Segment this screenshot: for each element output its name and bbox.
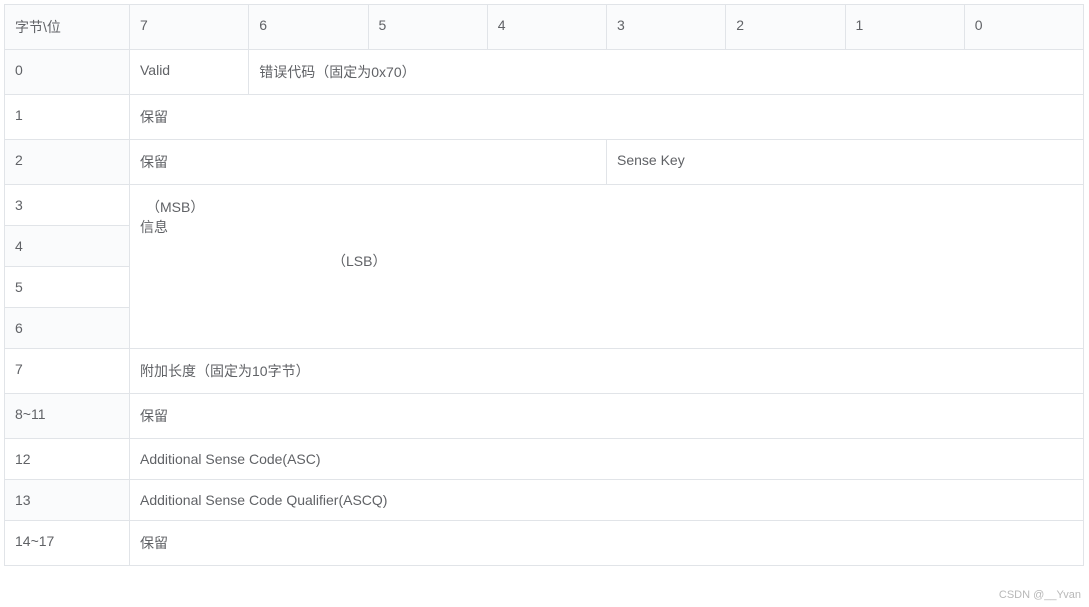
valid-cell: Valid xyxy=(130,50,249,95)
byte-label: 6 xyxy=(5,308,130,349)
header-row: 字节\位 7 6 5 4 3 2 1 0 xyxy=(5,5,1084,50)
table-row: 1 保留 xyxy=(5,95,1084,140)
lsb-label: （LSB） xyxy=(140,251,1073,271)
reserved-cell: 保留 xyxy=(130,140,607,185)
byte-label: 8~11 xyxy=(5,394,130,439)
watermark: CSDN @__Yvan xyxy=(999,589,1081,601)
header-bit-3: 3 xyxy=(607,5,726,50)
table-row: 7 附加长度（固定为10字节） xyxy=(5,349,1084,394)
header-bit-6: 6 xyxy=(249,5,368,50)
header-bit-2: 2 xyxy=(726,5,845,50)
byte-label: 4 xyxy=(5,226,130,267)
reserved-cell: 保留 xyxy=(130,394,1084,439)
header-bit-1: 1 xyxy=(845,5,964,50)
table-row: 14~17 保留 xyxy=(5,521,1084,566)
header-bit-0: 0 xyxy=(964,5,1083,50)
header-byte-bit: 字节\位 xyxy=(5,5,130,50)
byte-label: 3 xyxy=(5,185,130,226)
byte-label: 2 xyxy=(5,140,130,185)
table-row: 8~11 保留 xyxy=(5,394,1084,439)
information-cell: （MSB） 信息 （LSB） xyxy=(130,185,1084,349)
header-bit-7: 7 xyxy=(130,5,249,50)
table-row: 2 保留 Sense Key xyxy=(5,140,1084,185)
byte-label: 12 xyxy=(5,439,130,480)
byte-label: 13 xyxy=(5,480,130,521)
byte-label: 1 xyxy=(5,95,130,140)
header-bit-4: 4 xyxy=(487,5,606,50)
error-code-cell: 错误代码（固定为0x70） xyxy=(249,50,1084,95)
byte-label: 0 xyxy=(5,50,130,95)
table-row: 0 Valid 错误代码（固定为0x70） xyxy=(5,50,1084,95)
ascq-cell: Additional Sense Code Qualifier(ASCQ) xyxy=(130,480,1084,521)
reserved-cell: 保留 xyxy=(130,521,1084,566)
msb-label: （MSB） xyxy=(140,199,204,215)
byte-label: 14~17 xyxy=(5,521,130,566)
byte-label: 7 xyxy=(5,349,130,394)
sense-data-table: 字节\位 7 6 5 4 3 2 1 0 0 Valid 错误代码（固定为0x7… xyxy=(4,4,1084,566)
byte-label: 5 xyxy=(5,267,130,308)
header-bit-5: 5 xyxy=(368,5,487,50)
table-row: 3 （MSB） 信息 （LSB） xyxy=(5,185,1084,226)
table-row: 13 Additional Sense Code Qualifier(ASCQ) xyxy=(5,480,1084,521)
sense-key-cell: Sense Key xyxy=(607,140,1084,185)
table-row: 12 Additional Sense Code(ASC) xyxy=(5,439,1084,480)
reserved-cell: 保留 xyxy=(130,95,1084,140)
info-label: 信息 xyxy=(140,217,1073,237)
asc-cell: Additional Sense Code(ASC) xyxy=(130,439,1084,480)
additional-length-cell: 附加长度（固定为10字节） xyxy=(130,349,1084,394)
